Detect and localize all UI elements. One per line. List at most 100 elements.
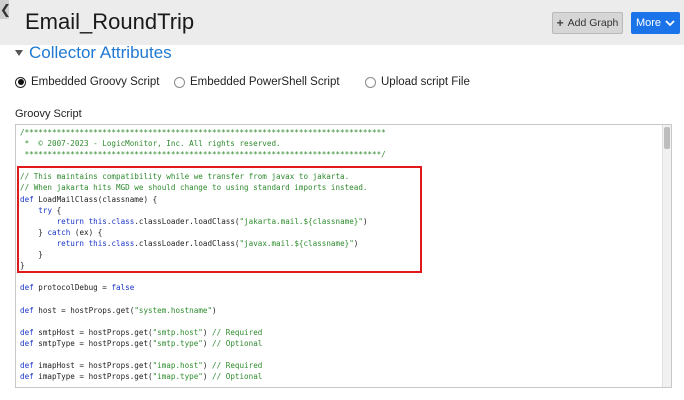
code-token: "imap.host" — [152, 360, 203, 370]
code-line: ****************************************… — [20, 149, 386, 160]
code-line: def imapHost = hostProps.get("imap.host"… — [20, 360, 386, 371]
code-token: ) — [202, 327, 213, 337]
code-token: /***************************************… — [20, 128, 386, 137]
radio-label: Embedded PowerShell Script — [190, 76, 340, 88]
code-line: def imapType = hostProps.get("imap.type"… — [20, 371, 386, 382]
code-token: (ex) { — [70, 227, 103, 237]
radio-embedded-powershell[interactable]: Embedded PowerShell Script — [174, 76, 340, 88]
code-token: def — [20, 360, 34, 370]
section-title: Collector Attributes — [29, 43, 172, 62]
code-token: return — [56, 238, 85, 248]
code-token: try — [38, 205, 53, 215]
code-token: // Optional — [212, 372, 263, 382]
code-line: def LoadMailClass(classname) { — [20, 194, 386, 205]
code-token: def — [20, 194, 34, 204]
code-token: this — [88, 216, 107, 226]
code-line: def smtpHost = hostProps.get("smtp.host"… — [20, 327, 386, 338]
code-line: /***************************************… — [20, 127, 386, 138]
code-line: def host = hostProps.get("system.hostnam… — [20, 305, 386, 316]
code-token: this — [88, 238, 107, 248]
code-token: protocolDebug = — [33, 283, 112, 293]
code-line: // This maintains compatibility while we… — [20, 171, 386, 182]
code-token: // This maintains compatibility while we… — [20, 172, 350, 182]
code-token: } — [20, 227, 48, 237]
code-line: def protocolDebug = false — [20, 282, 386, 293]
code-line: } catch (ex) { — [20, 227, 386, 238]
more-label: More — [635, 17, 662, 29]
code-token: } — [20, 250, 43, 260]
code-token: // Optional — [212, 338, 263, 348]
code-token: * © 2007-2023 - LogicMonitor, Inc. All r… — [20, 139, 281, 149]
code-token: "javax.mail.${classname}" — [239, 238, 354, 248]
radio-circle[interactable] — [174, 76, 185, 88]
code-line: return this.class.classLoader.loadClass(… — [20, 216, 386, 227]
code-token: "smtp.host" — [152, 327, 203, 337]
code-token: ) — [202, 360, 213, 370]
code-token: "imap.type" — [152, 372, 203, 382]
code-line: // When jakarta hits MGD we should chang… — [20, 182, 386, 193]
collector-attributes-toggle[interactable]: Collector Attributes — [15, 43, 172, 63]
more-button[interactable]: More — [631, 12, 680, 34]
code-line: def smtpType = hostProps.get("smtp.type"… — [20, 338, 386, 349]
code-token: imapType = hostProps.get( — [33, 372, 153, 382]
editor-scrollbar[interactable] — [662, 125, 671, 387]
code-content[interactable]: /***************************************… — [20, 127, 386, 382]
code-token: ) — [202, 338, 213, 348]
code-token: def — [20, 283, 34, 293]
code-token: LoadMailClass(classname) { — [33, 194, 158, 204]
code-token: ) — [362, 216, 368, 226]
radio-circle[interactable] — [365, 76, 376, 88]
code-token: def — [20, 338, 34, 348]
code-token: .classLoader.loadClass( — [134, 216, 240, 226]
scrollbar-thumb[interactable] — [664, 127, 670, 149]
page-title: Email_RoundTrip — [25, 9, 195, 34]
plus-icon: + — [556, 16, 564, 30]
code-line: } — [20, 260, 386, 271]
radio-circle-checked[interactable] — [15, 76, 26, 88]
code-token: ) — [353, 238, 359, 248]
code-token: ****************************************… — [20, 150, 386, 160]
code-token: { — [52, 205, 62, 215]
radio-upload-script[interactable]: Upload script File — [365, 76, 470, 88]
code-line: * © 2007-2023 - LogicMonitor, Inc. All r… — [20, 138, 386, 149]
radio-embedded-groovy[interactable]: Embedded Groovy Script — [15, 76, 159, 88]
code-token: .classLoader.loadClass( — [134, 238, 240, 248]
code-token: "jakarta.mail.${classname}" — [239, 216, 363, 226]
code-token: // Required — [212, 360, 263, 370]
code-token: imapHost = hostProps.get( — [33, 360, 153, 370]
page-header: ❮ Email_RoundTrip + Add Graph More — [0, 0, 684, 45]
code-token: smtpHost = hostProps.get( — [33, 327, 153, 337]
code-token: false — [111, 283, 135, 293]
groovy-script-label: Groovy Script — [15, 108, 82, 120]
groovy-script-editor[interactable]: /***************************************… — [15, 124, 672, 388]
code-token: catch — [47, 227, 71, 237]
code-token: "smtp.type" — [152, 338, 203, 348]
radio-label: Embedded Groovy Script — [31, 76, 160, 88]
radio-label: Upload script File — [381, 76, 470, 88]
code-line: try { — [20, 205, 386, 216]
code-token: class — [111, 238, 135, 248]
code-token: host = hostProps.get( — [33, 305, 135, 315]
code-token: ) — [202, 372, 213, 382]
code-token: // When jakarta hits MGD we should chang… — [20, 183, 368, 193]
code-line: } — [20, 249, 386, 260]
code-token: return — [56, 216, 85, 226]
code-token: class — [111, 216, 135, 226]
code-token: def — [20, 327, 34, 337]
code-token: def — [20, 305, 34, 315]
add-graph-label: Add Graph — [567, 17, 619, 29]
code-token: "system.hostname" — [134, 305, 213, 315]
code-line: return this.class.classLoader.loadClass(… — [20, 238, 386, 249]
code-token: ) — [212, 305, 217, 315]
add-graph-button[interactable]: + Add Graph — [552, 12, 623, 34]
chevron-down-icon — [665, 19, 675, 26]
collapse-panel-icon[interactable]: ❮ — [0, 0, 11, 19]
